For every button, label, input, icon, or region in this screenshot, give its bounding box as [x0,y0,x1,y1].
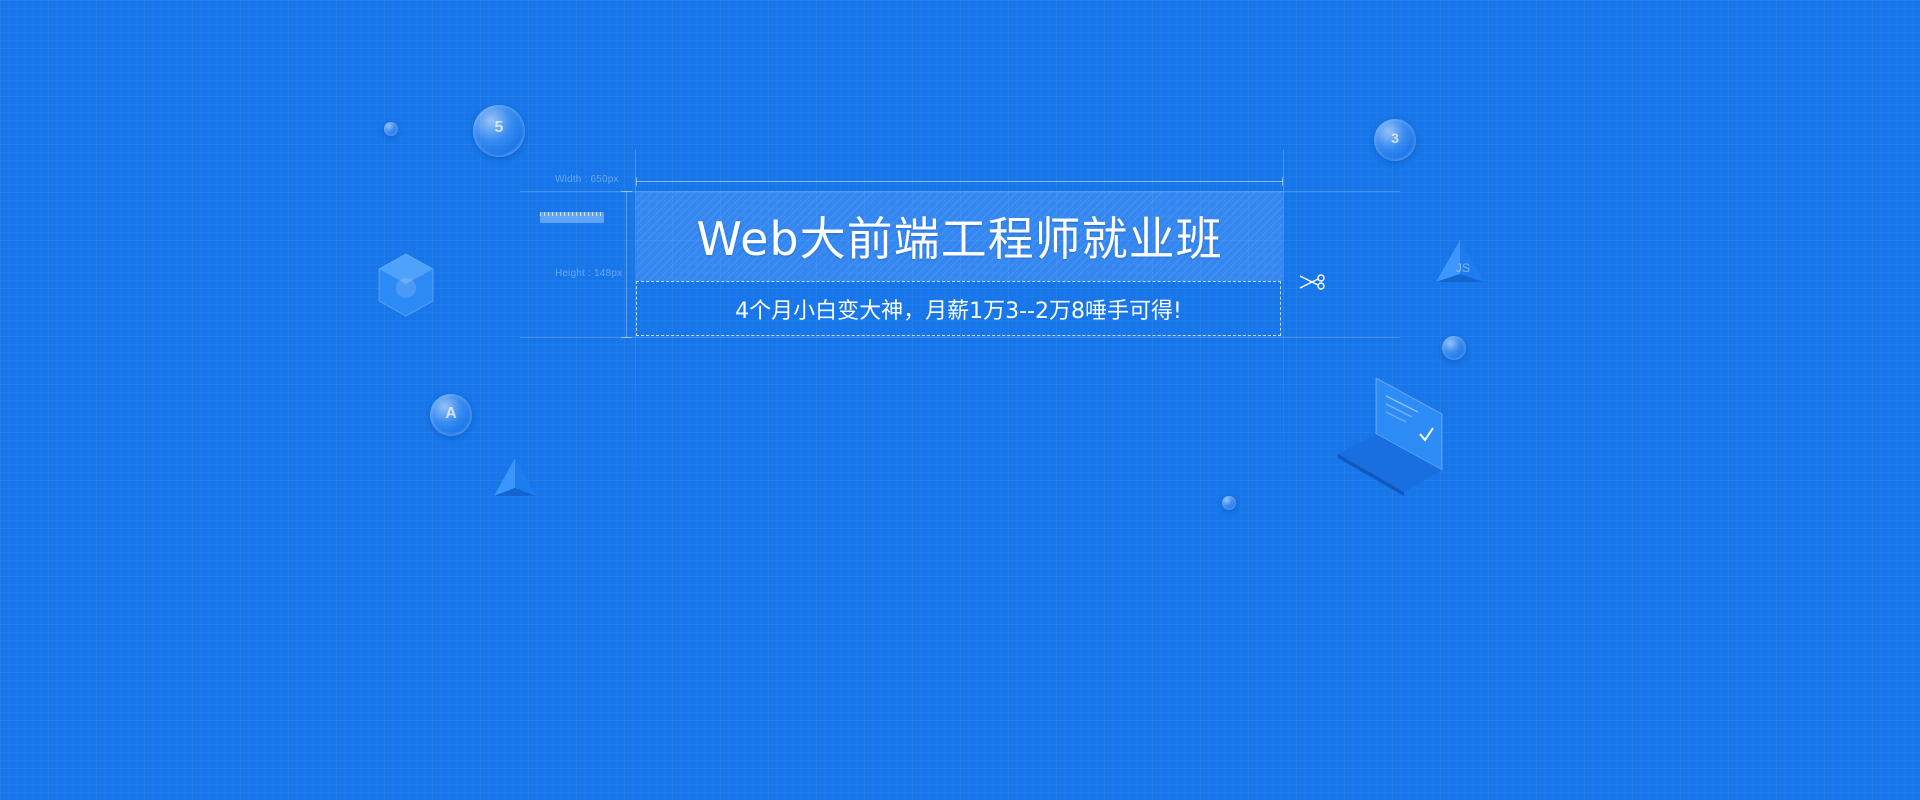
angular-glyph: A [445,405,457,422]
width-label: Width : 650px [555,174,619,185]
bubble-icon-right [1442,336,1466,360]
height-dimension-tick-top [621,191,632,192]
guide-line-right [1283,150,1284,500]
subtitle-box: 4个月小白变大神，月薪1万3--2万8唾手可得! [636,281,1281,336]
height-dimension-tick-bottom [621,337,632,338]
css3-glyph: 3 [1391,130,1399,146]
svg-text:JS: JS [1456,261,1470,275]
nodejs-icon [378,253,434,317]
guide-line-top [636,181,1283,182]
height-label: Height : 148px [555,268,623,279]
guide-line-lower [520,337,1400,338]
page-title: Web大前端工程师就业班 [696,212,1223,266]
html5-glyph: 5 [494,119,504,136]
angular-icon: A [430,394,472,436]
pyramid-icon-left [494,458,536,496]
height-dimension-line [626,191,627,337]
page-subtitle: 4个月小白变大神，月薪1万3--2万8唾手可得! [735,298,1182,324]
width-dimension-tick-right [1282,177,1283,186]
width-dimension-tick-left [636,177,637,186]
js-icon: JS [1436,240,1484,282]
hero-banner: Width : 650px Height : 148px Web大前端工程师就业… [0,0,1920,800]
small-bubble-icon-bottom [1222,496,1236,510]
html5-icon: 5 [473,105,525,157]
scissors-icon [1299,274,1325,290]
ruler-icon [540,212,604,223]
css3-icon: 3 [1374,119,1416,161]
small-bubble-icon [384,122,398,136]
title-box: Web大前端工程师就业班 [636,191,1283,281]
laptop-icon [1338,377,1443,496]
